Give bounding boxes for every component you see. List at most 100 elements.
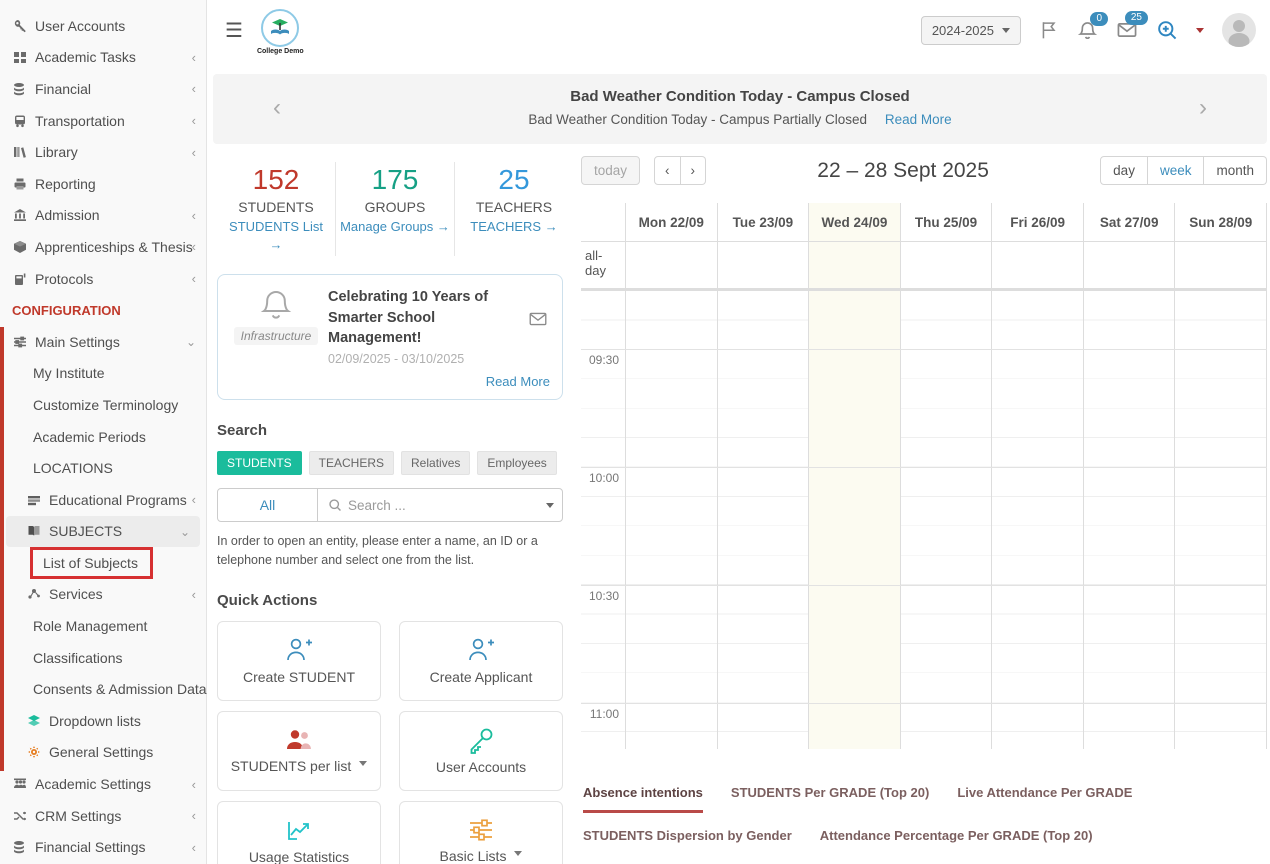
sidebar-item-customize-terminology[interactable]: Customize Terminology [0,389,206,421]
announcement-banner: ‹ Bad Weather Condition Today - Campus C… [213,74,1267,144]
tab-employees[interactable]: Employees [477,451,556,475]
layers-icon [24,714,44,728]
prev-week-button[interactable]: ‹ [654,156,681,185]
tab-relatives[interactable]: Relatives [401,451,470,475]
day-column[interactable] [991,291,1083,749]
avatar[interactable] [1222,13,1256,47]
tab-teachers[interactable]: TEACHERS [309,451,394,475]
all-day-cell[interactable] [1174,242,1267,288]
manage-groups-link[interactable]: Manage Groups → [340,218,450,236]
all-day-cell[interactable] [625,242,717,288]
day-column[interactable] [625,291,717,749]
view-month-button[interactable]: month [1204,156,1267,185]
view-week-button[interactable]: week [1148,156,1205,185]
day-column[interactable] [900,291,992,749]
sidebar-item-financial[interactable]: Financial [0,73,206,105]
announcement-card[interactable]: Infrastructure Celebrating 10 Years of S… [217,274,563,400]
time-grid[interactable]: 09:30 10:00 10:30 11:00 [581,291,1267,749]
students-list-link[interactable]: STUDENTS List → [221,218,331,254]
academic-year-selector[interactable]: 2024-2025 [921,16,1021,45]
user-menu-caret-icon[interactable] [1196,28,1204,33]
today-button[interactable]: today [581,156,640,185]
sidebar-item-my-institute[interactable]: My Institute [0,358,206,390]
basic-lists-button[interactable]: Basic Lists [399,801,563,864]
create-applicant-button[interactable]: Create Applicant [399,621,563,701]
day-header-mon[interactable]: Mon 22/09 [625,203,717,241]
sidebar-item-crm-settings[interactable]: CRM Settings [0,800,206,832]
tab-attendance-percentage-per-grade[interactable]: Attendance Percentage Per GRADE (Top 20) [820,828,1093,853]
announcement-body: Celebrating 10 Years of Smarter School M… [322,287,550,389]
sidebar-item-general-settings[interactable]: General Settings [0,737,206,769]
tab-students-dispersion-by-gender[interactable]: STUDENTS Dispersion by Gender [583,828,792,853]
day-header-wed-today[interactable]: Wed 24/09 [808,203,900,241]
sidebar-item-transportation[interactable]: Transportation [0,105,206,137]
sidebar-item-services[interactable]: Services [0,579,206,611]
tab-students[interactable]: STUDENTS [217,451,302,475]
sidebar-item-consents-admission-data[interactable]: Consents & Admission Data [0,673,206,705]
sidebar-item-main-settings[interactable]: Main Settings [0,326,206,358]
day-column[interactable] [717,291,809,749]
next-week-button[interactable]: › [681,156,707,185]
sidebar-item-user-accounts[interactable]: User Accounts [0,10,206,42]
sidebar-item-label: Dropdown lists [49,713,141,729]
day-column-today[interactable] [808,291,900,749]
app-logo[interactable]: College Demo [257,9,304,55]
messages-envelope-icon[interactable]: 25 [1116,19,1138,41]
sidebar-item-academic-settings[interactable]: Academic Settings [0,768,206,800]
user-accounts-button[interactable]: User Accounts [399,711,563,791]
announcement-dates: 02/09/2025 - 03/10/2025 [328,352,550,366]
all-day-cell-today[interactable] [808,242,900,288]
search-input[interactable] [348,498,540,513]
zoom-in-icon[interactable] [1156,19,1178,41]
all-day-cell[interactable] [717,242,809,288]
day-column[interactable] [1083,291,1175,749]
sidebar-item-academic-tasks[interactable]: Academic Tasks [0,42,206,74]
announcement-read-more-link[interactable]: Read More [328,374,550,389]
sidebar-item-list-of-subjects[interactable]: List of Subjects [0,547,206,579]
search-scope-all-button[interactable]: All [218,489,318,521]
sidebar-item-dropdown-lists[interactable]: Dropdown lists [0,705,206,737]
sidebar-item-reporting[interactable]: Reporting [0,168,206,200]
sidebar-item-financial-settings[interactable]: Financial Settings [0,831,206,863]
view-day-button[interactable]: day [1100,156,1148,185]
notifications-bell-icon[interactable]: 0 [1077,20,1098,41]
create-student-button[interactable]: Create STUDENT [217,621,381,701]
students-per-list-button[interactable]: STUDENTS per list [217,711,381,791]
sidebar-item-admission[interactable]: Admission [0,200,206,232]
day-header-tue[interactable]: Tue 23/09 [717,203,809,241]
day-column[interactable] [1174,291,1267,749]
usage-statistics-button[interactable]: Usage Statistics [217,801,381,864]
all-day-cell[interactable] [991,242,1083,288]
sidebar-item-educational-programs[interactable]: Educational Programs [0,484,206,516]
sidebar-item-academic-periods[interactable]: Academic Periods [0,421,206,453]
tab-absence-intentions[interactable]: Absence intentions [583,785,703,813]
all-day-row: all-day [581,242,1267,289]
sidebar-item-protocols[interactable]: Protocols [0,263,206,295]
banner-read-more-link[interactable]: Read More [885,112,952,127]
calendar-day-header-row: Mon 22/09 Tue 23/09 Wed 24/09 Thu 25/09 … [581,203,1267,242]
tab-students-per-grade[interactable]: STUDENTS Per GRADE (Top 20) [731,785,929,813]
day-header-fri[interactable]: Fri 26/09 [991,203,1083,241]
sidebar-item-library[interactable]: Library [0,136,206,168]
banner-next-icon[interactable]: › [1199,96,1207,120]
sidebar-item-apprenticeships-thesis[interactable]: Apprenticeships & Thesis [0,231,206,263]
sidebar-item-subjects[interactable]: SUBJECTS [6,516,200,548]
teachers-link[interactable]: TEACHERS → [459,218,569,236]
chevron-left-icon [192,208,196,223]
day-header-sat[interactable]: Sat 27/09 [1083,203,1175,241]
day-header-thu[interactable]: Thu 25/09 [900,203,992,241]
caret-down-icon[interactable] [546,503,554,508]
day-header-sun[interactable]: Sun 28/09 [1174,203,1267,241]
person-plus-icon [466,636,496,664]
hamburger-menu-icon[interactable]: ☰ [225,18,243,43]
all-day-cell[interactable] [1083,242,1175,288]
coins-icon [10,82,30,96]
banner-prev-icon[interactable]: ‹ [273,96,281,120]
sidebar-item-locations[interactable]: LOCATIONS [0,452,206,484]
sidebar-item-role-management[interactable]: Role Management [0,610,206,642]
all-day-cell[interactable] [900,242,992,288]
flag-icon[interactable] [1039,20,1059,40]
tab-live-attendance-per-grade[interactable]: Live Attendance Per GRADE [957,785,1132,813]
books-icon [10,145,30,159]
sidebar-item-classifications[interactable]: Classifications [0,642,206,674]
